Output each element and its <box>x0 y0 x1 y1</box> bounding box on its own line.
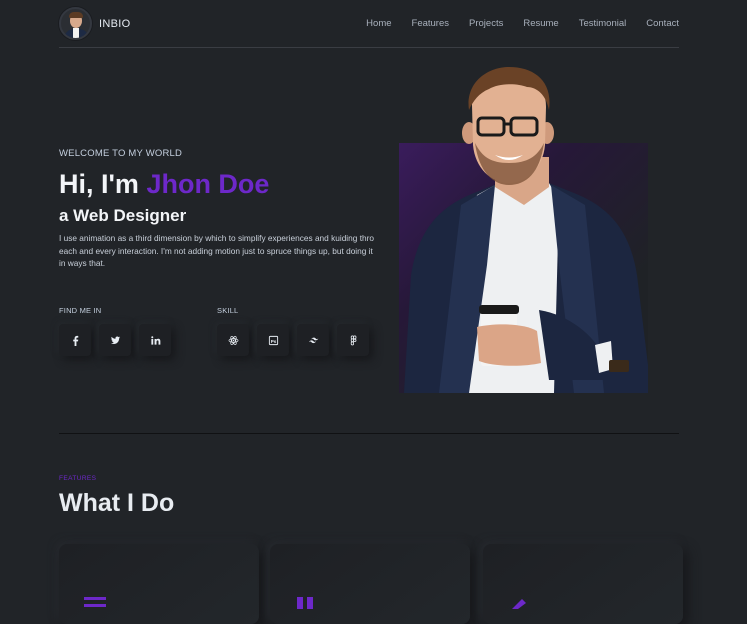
find-me-label: FIND ME IN <box>59 306 102 315</box>
features-label: FEATURES <box>59 475 97 482</box>
avatar[interactable] <box>59 7 92 40</box>
hero-name: Jhon Doe <box>146 169 270 199</box>
figma-icon[interactable] <box>337 324 369 356</box>
hero-content: WELCOME TO MY WORLD Hi, I'm Jhon Doe a W… <box>59 148 379 270</box>
nav-contact[interactable]: Contact <box>646 18 679 29</box>
welcome-text: WELCOME TO MY WORLD <box>59 148 183 159</box>
twitter-icon[interactable] <box>99 324 131 356</box>
hero-description: I use animation as a third dimension by … <box>59 233 374 268</box>
nav-testimonial[interactable]: Testimonial <box>579 18 627 29</box>
site-header: INBIO Home Features Projects Resume Test… <box>59 0 679 48</box>
social-links <box>59 324 171 356</box>
hero-role: a Web Designer <box>59 206 187 225</box>
nav-resume[interactable]: Resume <box>523 18 558 29</box>
linkedin-icon[interactable] <box>139 324 171 356</box>
skill-label: SKILL <box>217 306 239 315</box>
feature-card[interactable] <box>270 544 470 624</box>
skill-icons: Ps <box>217 324 369 356</box>
book-icon <box>295 596 319 614</box>
nav-home[interactable]: Home <box>366 18 391 29</box>
photoshop-icon[interactable]: Ps <box>257 324 289 356</box>
hero-photo <box>399 65 648 393</box>
feature-card[interactable] <box>483 544 683 624</box>
section-divider <box>59 433 679 434</box>
menu-icon <box>84 596 108 614</box>
nav-projects[interactable]: Projects <box>469 18 503 29</box>
hero-greeting: Hi, I'm <box>59 169 147 199</box>
main-nav: Home Features Projects Resume Testimonia… <box>366 18 679 29</box>
facebook-icon[interactable] <box>59 324 91 356</box>
nav-features[interactable]: Features <box>412 18 450 29</box>
tailwind-icon[interactable] <box>297 324 329 356</box>
brand-name[interactable]: INBIO <box>99 18 130 30</box>
react-icon[interactable] <box>217 324 249 356</box>
feature-card[interactable] <box>59 544 259 624</box>
svg-text:Ps: Ps <box>270 339 276 344</box>
hero-title: Hi, I'm Jhon Doe <box>59 169 379 200</box>
features-title: What I Do <box>59 489 175 517</box>
brand[interactable]: INBIO <box>59 7 130 40</box>
pen-tool-icon <box>508 596 532 614</box>
